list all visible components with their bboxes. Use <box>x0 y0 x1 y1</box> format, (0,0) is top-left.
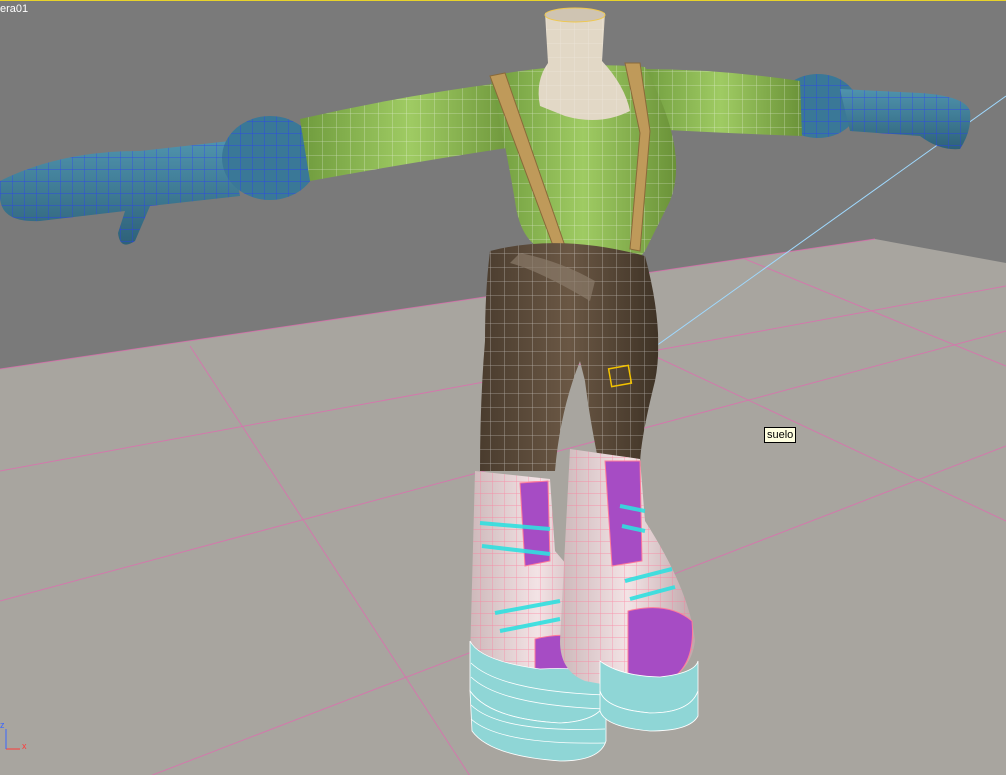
viewport-label[interactable]: era01 <box>0 3 28 15</box>
axis-z-label: z <box>0 720 5 730</box>
scene-render[interactable] <box>0 1 1006 775</box>
object-name-tooltip: suelo <box>764 427 797 443</box>
viewport-camera01[interactable]: era01 suelo z x <box>0 0 1006 775</box>
axis-x-label: x <box>22 741 27 751</box>
